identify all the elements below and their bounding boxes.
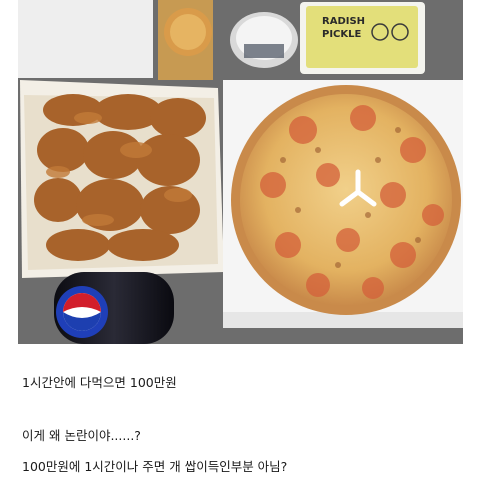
pickle-label-line1: RADISH — [322, 16, 365, 27]
sauce-cup — [230, 12, 298, 68]
post-body: 1시간안에 다먹으면 100만원 이게 왜 논란이야......? 100만원에… — [0, 344, 480, 483]
food-illustration: RADISH PICKLE — [18, 0, 463, 344]
fried-chicken-box — [20, 80, 224, 278]
food-photo: RADISH PICKLE — [18, 0, 463, 344]
cola-bottle — [54, 272, 174, 344]
post-line-3: 100만원에 1시간이나 주면 개 쌉이득인부분 아님? — [22, 459, 288, 474]
pickle-label-line2: PICKLE — [322, 29, 362, 40]
radish-pickle-pack: RADISH PICKLE — [300, 2, 425, 74]
menu-flyer — [18, 0, 213, 80]
post-line-2: 이게 왜 논란이야......? — [22, 428, 141, 443]
pizza — [231, 85, 461, 315]
post-line-1: 1시간안에 다먹으면 100만원 — [22, 375, 177, 390]
